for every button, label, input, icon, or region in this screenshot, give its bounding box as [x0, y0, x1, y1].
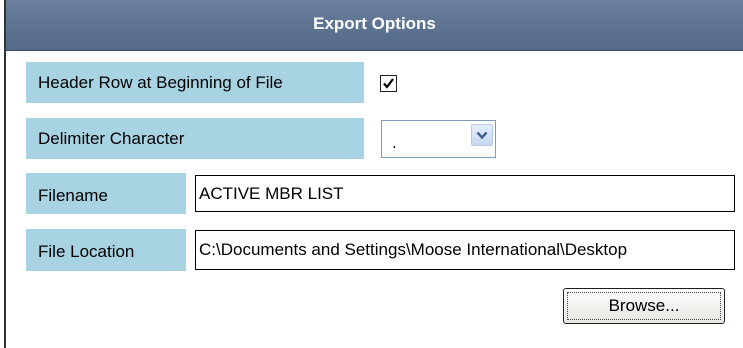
- delimiter-value: .: [392, 133, 397, 152]
- panel-title: Export Options: [313, 14, 436, 33]
- header-row-label: Header Row at Beginning of File: [26, 62, 364, 103]
- delimiter-select[interactable]: .: [381, 120, 496, 158]
- delimiter-dropdown-button[interactable]: [471, 124, 493, 146]
- export-options-panel: Export Options Header Row at Beginning o…: [0, 0, 743, 348]
- delimiter-label: Delimiter Character: [26, 118, 364, 159]
- file-location-label: File Location: [26, 229, 186, 271]
- panel-header: Export Options: [6, 0, 743, 51]
- file-location-input[interactable]: [195, 230, 735, 270]
- panel-left-border: [4, 0, 6, 348]
- header-row-checkbox[interactable]: [380, 75, 397, 92]
- browse-button-label: Browse...: [608, 296, 680, 315]
- filename-input[interactable]: [195, 175, 735, 212]
- chevron-down-icon: [476, 131, 488, 140]
- browse-button[interactable]: Browse...: [563, 288, 725, 324]
- filename-label: Filename: [26, 173, 186, 214]
- checkmark-icon: [383, 78, 394, 89]
